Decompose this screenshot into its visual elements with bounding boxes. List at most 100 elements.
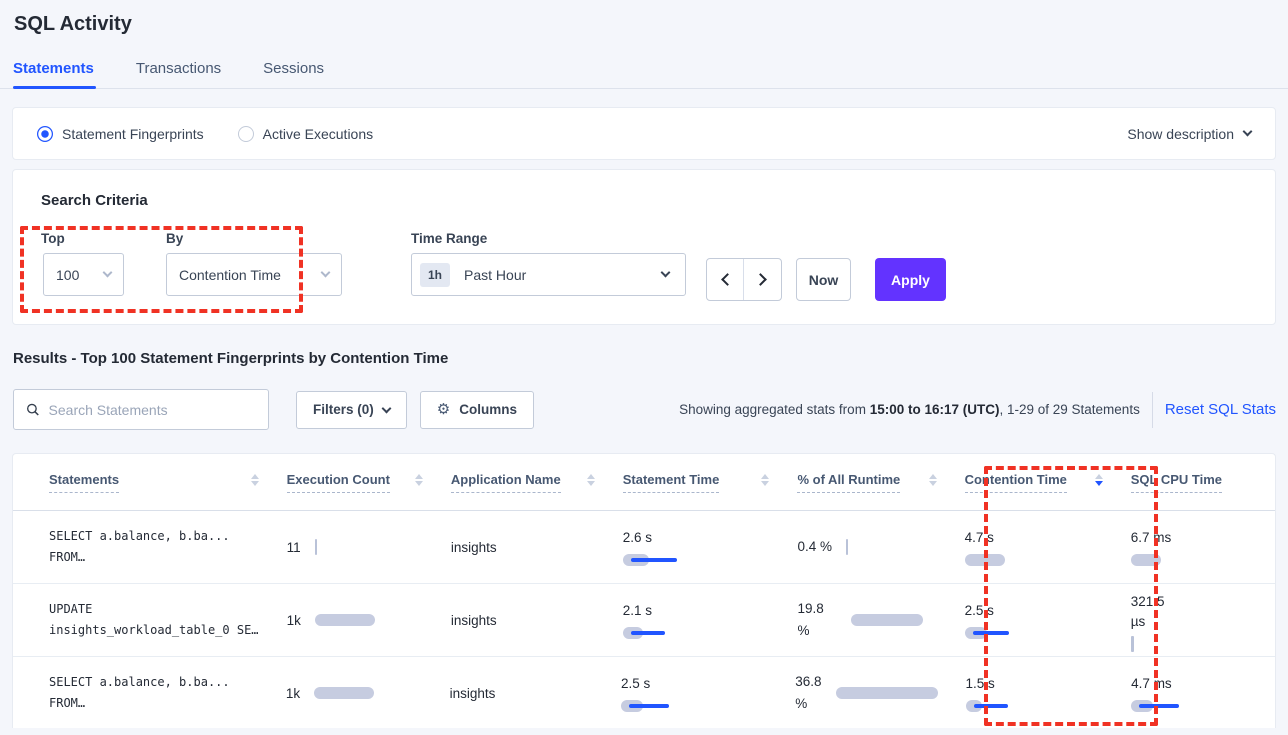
chevron-down-icon bbox=[661, 268, 671, 278]
filters-button[interactable]: Filters (0) bbox=[296, 391, 407, 429]
statement-time-value: 2.6 s bbox=[623, 528, 683, 548]
by-select-value: Contention Time bbox=[179, 267, 281, 283]
top-select-value: 100 bbox=[56, 267, 79, 283]
sql-cpu-time-mean-line bbox=[1139, 704, 1179, 708]
time-range-badge: 1h bbox=[420, 263, 450, 287]
columns-label: Columns bbox=[459, 402, 517, 417]
gear-icon: ⚙ bbox=[437, 402, 450, 417]
time-prev-button[interactable] bbox=[707, 259, 744, 300]
column-header-contention-time[interactable]: Contention Time bbox=[965, 472, 1131, 493]
page-title: SQL Activity bbox=[0, 0, 1288, 36]
contention-time-mean-line bbox=[974, 704, 1008, 708]
tab-bar: Statements Transactions Sessions bbox=[0, 36, 1288, 89]
sql-cpu-time-bar bbox=[1131, 554, 1161, 566]
radio-selected-icon[interactable] bbox=[37, 126, 53, 142]
sort-icon[interactable] bbox=[761, 474, 769, 486]
statement-time-mean-line bbox=[631, 558, 677, 562]
sort-icon[interactable] bbox=[415, 474, 423, 486]
results-toolbar: Filters (0) ⚙ Columns Showing aggregated… bbox=[13, 389, 1276, 430]
view-toggle-card: Statement Fingerprints Active Executions… bbox=[12, 107, 1276, 160]
execution-count-value: 1k bbox=[287, 613, 301, 628]
column-header-execution-count[interactable]: Execution Count bbox=[287, 472, 451, 493]
radio-active-executions[interactable]: Active Executions bbox=[238, 126, 374, 142]
time-range-value: Past Hour bbox=[464, 267, 526, 283]
top-select[interactable]: 100 bbox=[43, 253, 124, 296]
runtime-pct-value: 19.8 % bbox=[797, 598, 837, 641]
tab-statements[interactable]: Statements bbox=[13, 60, 94, 88]
statement-text[interactable]: FROM… bbox=[49, 693, 258, 714]
time-range-select[interactable]: 1h Past Hour bbox=[411, 253, 686, 296]
runtime-pct-bar bbox=[851, 614, 923, 626]
sort-icon[interactable] bbox=[251, 474, 259, 486]
application-name-value: insights bbox=[451, 540, 623, 555]
search-statements-input[interactable] bbox=[49, 402, 256, 418]
table-row[interactable]: SELECT a.balance, b.ba... FROM… 1k insig… bbox=[13, 657, 1275, 728]
column-header-statement-time[interactable]: Statement Time bbox=[623, 472, 798, 493]
table-row[interactable]: SELECT a.balance, b.ba... FROM… 11 insig… bbox=[13, 511, 1275, 584]
statement-time-mean-line bbox=[629, 704, 669, 708]
table-row[interactable]: UPDATE insights_workload_table_0 SE… 1k … bbox=[13, 584, 1275, 657]
runtime-pct-value: 36.8 % bbox=[795, 671, 821, 714]
sort-icon-active[interactable] bbox=[1095, 474, 1103, 486]
statement-text[interactable]: SELECT a.balance, b.ba... bbox=[49, 672, 258, 693]
chevron-down-icon bbox=[381, 404, 391, 414]
column-header-application-name[interactable]: Application Name bbox=[451, 472, 623, 493]
results-heading: Results - Top 100 Statement Fingerprints… bbox=[13, 350, 1288, 367]
statement-text[interactable]: SELECT a.balance, b.ba... bbox=[49, 526, 259, 547]
statement-text[interactable]: FROM… bbox=[49, 547, 259, 568]
runtime-pct-bar bbox=[846, 539, 848, 555]
reset-sql-stats-link[interactable]: Reset SQL Stats bbox=[1165, 401, 1276, 418]
execution-count-value: 11 bbox=[287, 540, 301, 555]
sql-cpu-time-value: 321.5 µs bbox=[1131, 592, 1179, 633]
contention-time-value: 4.7 s bbox=[965, 528, 1025, 548]
statement-time-mean-line bbox=[631, 631, 665, 635]
search-statements-box bbox=[13, 389, 269, 430]
chevron-right-icon bbox=[754, 273, 767, 286]
chevron-down-icon bbox=[103, 268, 113, 278]
contention-time-value: 2.5 s bbox=[965, 601, 1025, 621]
execution-count-bar bbox=[314, 687, 374, 699]
radio-label: Statement Fingerprints bbox=[62, 126, 204, 142]
time-nav-group bbox=[706, 258, 782, 301]
tab-sessions[interactable]: Sessions bbox=[263, 60, 324, 88]
statement-time-value: 2.5 s bbox=[621, 674, 681, 694]
application-name-value: insights bbox=[451, 613, 623, 628]
radio-statement-fingerprints[interactable]: Statement Fingerprints bbox=[37, 126, 204, 142]
contention-time-value: 1.5 s bbox=[966, 674, 1026, 694]
chevron-down-icon bbox=[1243, 127, 1253, 137]
search-criteria-card: Search Criteria Top 100 By Contention Ti… bbox=[12, 169, 1276, 325]
chevron-left-icon bbox=[721, 273, 734, 286]
tab-transactions[interactable]: Transactions bbox=[136, 60, 221, 88]
runtime-pct-value: 0.4 % bbox=[797, 536, 832, 558]
columns-button[interactable]: ⚙ Columns bbox=[420, 391, 534, 429]
sql-cpu-time-bar bbox=[1131, 636, 1134, 652]
column-header-runtime-pct[interactable]: % of All Runtime bbox=[797, 472, 964, 493]
radio-unselected-icon[interactable] bbox=[238, 126, 254, 142]
sql-cpu-time-value: 4.7 ms bbox=[1131, 674, 1179, 694]
now-button[interactable]: Now bbox=[796, 258, 851, 301]
execution-count-value: 1k bbox=[286, 686, 300, 701]
statement-time-value: 2.1 s bbox=[623, 601, 683, 621]
contention-time-mean-line bbox=[973, 631, 1009, 635]
search-criteria-title: Search Criteria bbox=[41, 192, 1275, 209]
sort-icon[interactable] bbox=[587, 474, 595, 486]
column-header-statements[interactable]: Statements bbox=[49, 472, 287, 493]
sort-icon[interactable] bbox=[929, 474, 937, 486]
top-label: Top bbox=[41, 231, 124, 246]
execution-count-bar bbox=[315, 614, 375, 626]
execution-count-bar bbox=[315, 539, 317, 555]
search-icon bbox=[26, 402, 40, 417]
divider bbox=[1152, 392, 1153, 428]
statement-text[interactable]: UPDATE bbox=[49, 599, 259, 620]
column-header-sql-cpu-time[interactable]: SQL CPU Time bbox=[1131, 472, 1275, 493]
runtime-pct-bar bbox=[836, 687, 938, 699]
apply-button[interactable]: Apply bbox=[875, 258, 946, 301]
filters-label: Filters (0) bbox=[313, 402, 374, 417]
statement-text[interactable]: insights_workload_table_0 SE… bbox=[49, 620, 259, 641]
time-next-button[interactable] bbox=[744, 259, 781, 300]
radio-label: Active Executions bbox=[263, 126, 374, 142]
table-header-row: Statements Execution Count Application N… bbox=[13, 454, 1275, 511]
contention-time-bar bbox=[965, 554, 1005, 566]
show-description-toggle[interactable]: Show description bbox=[1127, 126, 1251, 142]
by-select[interactable]: Contention Time bbox=[166, 253, 342, 296]
